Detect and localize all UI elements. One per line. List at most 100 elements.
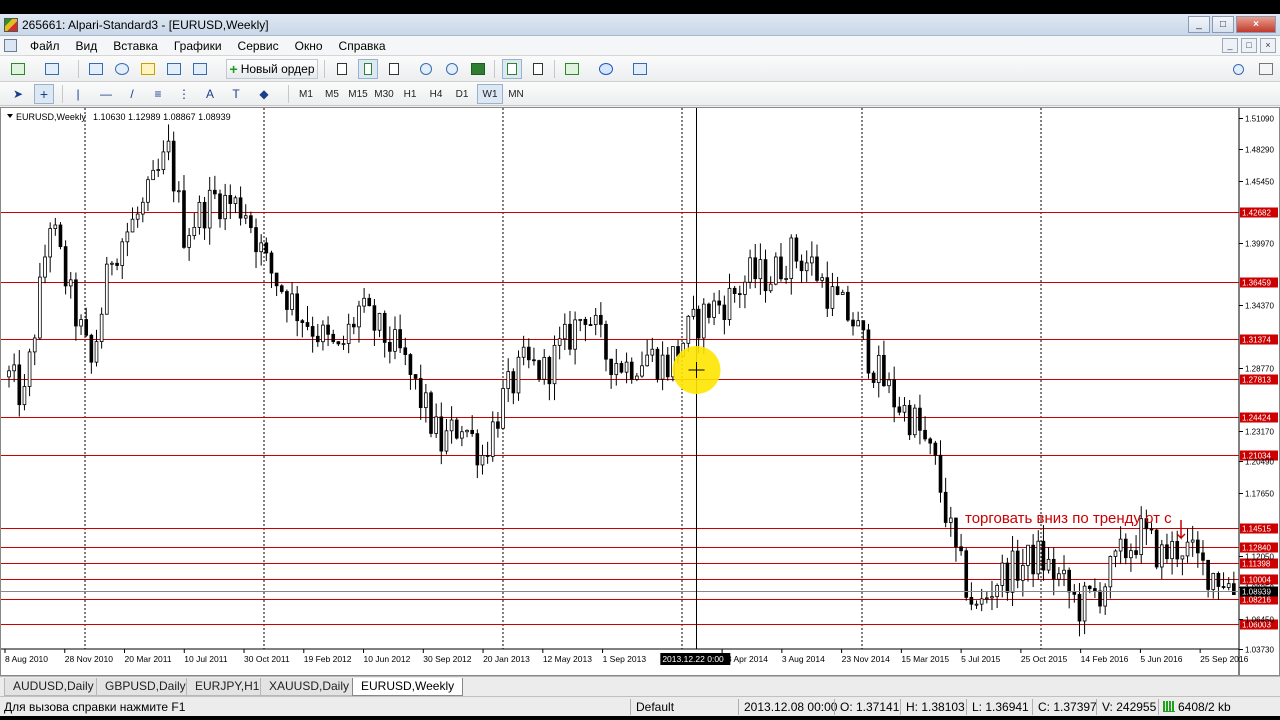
timeframe-m5[interactable]: M5 xyxy=(319,84,345,104)
timeframe-d1[interactable]: D1 xyxy=(449,84,475,104)
templates-icon[interactable] xyxy=(630,59,650,79)
navigator-icon[interactable] xyxy=(138,59,158,79)
chart-menu-icon[interactable] xyxy=(7,114,13,118)
tab-eurjpy-h1[interactable]: EURJPY,H1 xyxy=(186,678,269,696)
candle-body xyxy=(182,190,186,248)
candle-body xyxy=(7,370,11,378)
candle-body xyxy=(501,388,505,429)
timeframe-m15[interactable]: M15 xyxy=(345,84,371,104)
status-separator xyxy=(900,699,901,715)
candle-body xyxy=(557,338,562,346)
candle-body xyxy=(912,407,917,436)
tab-eurusd-weekly[interactable]: EURUSD,Weekly xyxy=(352,678,464,696)
candle-body xyxy=(794,237,799,262)
candle-body xyxy=(1149,528,1154,531)
chart-minimize-button[interactable]: _ xyxy=(1222,38,1238,53)
maximize-button[interactable]: □ xyxy=(1212,16,1234,33)
menu-view[interactable]: Вид xyxy=(68,38,106,54)
candle-body xyxy=(228,195,233,204)
new-order-button[interactable]: + Новый ордер xyxy=(226,59,318,79)
market-watch-icon[interactable] xyxy=(86,59,106,79)
timeframe-w1[interactable]: W1 xyxy=(477,84,503,104)
tab-xauusd-daily[interactable]: XAUUSD,Daily xyxy=(260,678,359,696)
candle-body xyxy=(68,279,73,287)
profile-name[interactable]: Default xyxy=(636,700,674,714)
menu-file[interactable]: Файл xyxy=(22,38,68,54)
candle-body xyxy=(38,276,42,339)
chart-restore-button[interactable]: □ xyxy=(1241,38,1257,53)
price-axis-label: 1.03730 xyxy=(1245,646,1274,655)
menu-tools[interactable]: Сервис xyxy=(230,38,287,54)
candle-body xyxy=(799,260,804,272)
candle-body xyxy=(1123,538,1128,559)
tab-audusd-daily[interactable]: AUDUSD,Daily xyxy=(4,678,103,696)
trendline-icon[interactable]: / xyxy=(122,84,142,104)
candle-body xyxy=(866,329,871,374)
zoom-in-icon[interactable] xyxy=(416,59,436,79)
menu-window[interactable]: Окно xyxy=(287,38,331,54)
indicators-icon[interactable] xyxy=(562,59,582,79)
price-chart[interactable]: 1.426821.364591.313741.278131.244241.210… xyxy=(1,108,1279,675)
chart-window-icon[interactable] xyxy=(4,39,17,52)
zoom-out-icon[interactable] xyxy=(442,59,462,79)
candle-body xyxy=(130,218,135,233)
chat-icon[interactable] xyxy=(1256,59,1276,79)
candle-body xyxy=(516,356,521,394)
fibonacci-icon[interactable]: ⋮ xyxy=(174,84,194,104)
text-label-icon[interactable]: T xyxy=(226,84,246,104)
time-axis-label: 8 Aug 2010 xyxy=(5,654,48,664)
chart-shift-icon[interactable] xyxy=(528,59,548,79)
timeframe-mn[interactable]: MN xyxy=(503,84,529,104)
text-icon[interactable]: A xyxy=(200,84,220,104)
terminal-icon[interactable] xyxy=(164,59,184,79)
window-controls: _ □ × xyxy=(1188,16,1276,33)
candle-body xyxy=(1196,539,1200,554)
auto-scroll-icon[interactable] xyxy=(502,59,522,79)
periods-icon[interactable] xyxy=(596,59,616,79)
search-icon[interactable] xyxy=(1228,59,1248,79)
minimize-button[interactable]: _ xyxy=(1188,16,1210,33)
bar-chart-icon[interactable] xyxy=(332,59,352,79)
candle-body xyxy=(110,262,114,265)
timeframe-h4[interactable]: H4 xyxy=(423,84,449,104)
candle-body xyxy=(43,256,47,278)
time-axis-label: 20 Jan 2013 xyxy=(483,654,530,664)
profiles-icon[interactable] xyxy=(42,59,62,79)
candle-body xyxy=(362,297,366,307)
candle-body xyxy=(485,455,490,457)
candle-body xyxy=(341,343,346,345)
timeframe-h1[interactable]: H1 xyxy=(397,84,423,104)
candle-body xyxy=(1015,550,1020,581)
cursor-icon[interactable]: ➤ xyxy=(8,84,28,104)
tile-windows-icon[interactable] xyxy=(468,59,488,79)
timeframe-m30[interactable]: M30 xyxy=(371,84,397,104)
candle-body xyxy=(89,334,94,363)
status-separator xyxy=(1096,699,1097,715)
chart-window[interactable]: 1.42682 1.36459 1.31374 1.27813 1.24424 1.210… xyxy=(0,107,1280,676)
new-chart-icon[interactable] xyxy=(8,59,28,79)
candle-body xyxy=(583,319,588,325)
chart-close-button[interactable]: × xyxy=(1260,38,1276,53)
menu-charts[interactable]: Графики xyxy=(166,38,230,54)
candle-body xyxy=(12,364,16,372)
candle-body xyxy=(243,215,248,219)
arrows-icon[interactable]: ◆ xyxy=(254,84,274,104)
menu-help[interactable]: Справка xyxy=(331,38,394,54)
equidistant-channel-icon[interactable]: ≡ xyxy=(148,84,168,104)
vertical-line-icon[interactable]: | xyxy=(68,84,88,104)
strategy-tester-icon[interactable] xyxy=(190,59,210,79)
level-price-label: 1.12840 xyxy=(1242,544,1271,553)
menu-insert[interactable]: Вставка xyxy=(105,38,166,54)
candlestick-chart-icon[interactable] xyxy=(358,59,378,79)
candle-body xyxy=(707,303,711,318)
close-button[interactable]: × xyxy=(1236,16,1276,33)
candle-body xyxy=(506,371,511,389)
line-chart-icon[interactable] xyxy=(384,59,404,79)
price-axis-label: 1.12050 xyxy=(1245,553,1274,562)
data-window-icon[interactable] xyxy=(112,59,132,79)
timeframe-m1[interactable]: M1 xyxy=(293,84,319,104)
horizontal-line-icon[interactable]: — xyxy=(96,84,116,104)
price-axis-label: 1.09250 xyxy=(1245,584,1274,593)
crosshair-icon[interactable]: + xyxy=(34,84,54,104)
tab-gbpusd-daily[interactable]: GBPUSD,Daily xyxy=(96,678,195,696)
